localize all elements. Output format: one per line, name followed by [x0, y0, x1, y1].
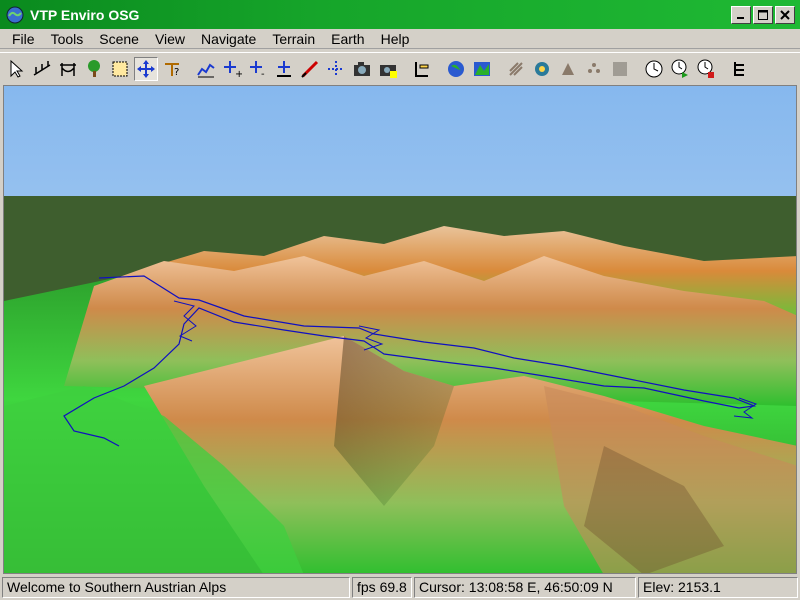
terrain-scene[interactable] — [4, 86, 797, 574]
toolbar-separator — [634, 57, 642, 81]
menu-earth[interactable]: Earth — [323, 29, 372, 49]
status-message: Welcome to Southern Austrian Alps — [2, 576, 350, 598]
maximize-button[interactable] — [753, 5, 773, 24]
toolbar-separator — [720, 57, 728, 81]
status-fps: fps 69.8 — [352, 576, 412, 598]
scene-graph-icon — [734, 62, 744, 76]
toolbar: ? + - — [0, 52, 800, 85]
app-icon — [6, 6, 24, 23]
instance-tool-icon: ? — [165, 63, 179, 78]
menu-tools[interactable]: Tools — [43, 29, 92, 49]
close-icon — [780, 9, 790, 20]
nav-grab-button[interactable] — [324, 57, 348, 81]
menu-help[interactable]: Help — [373, 29, 418, 49]
camera-nav-icon — [380, 65, 397, 78]
menu-view[interactable]: View — [147, 29, 193, 49]
space-nav-button[interactable] — [530, 57, 554, 81]
clock-icon — [645, 60, 663, 78]
route-tool-button[interactable] — [56, 57, 80, 81]
svg-text:+: + — [235, 69, 242, 79]
clock-button[interactable] — [642, 57, 666, 81]
toolbar-separator — [436, 57, 444, 81]
camera-icon — [354, 62, 370, 76]
profile-button[interactable] — [194, 57, 218, 81]
route-tool-icon — [60, 63, 76, 76]
camera-button[interactable] — [350, 57, 374, 81]
layers-button[interactable] — [410, 57, 434, 81]
nav-follow-icon — [301, 60, 319, 78]
dots-button[interactable] — [582, 57, 606, 81]
minimize-button[interactable] — [731, 5, 751, 24]
toolbar-separator — [496, 57, 504, 81]
nav-slow-down-icon: - — [250, 61, 265, 79]
nav-height-icon — [277, 61, 291, 77]
clock-play-button[interactable] — [668, 57, 692, 81]
nav-grab-icon — [328, 61, 344, 77]
clock-stop-button[interactable] — [694, 57, 718, 81]
instance-tool-button[interactable]: ? — [160, 57, 184, 81]
terrain-switch-icon — [474, 62, 490, 76]
nav-speed-up-icon: + — [224, 61, 242, 79]
camera-nav-button[interactable] — [376, 57, 400, 81]
layers-icon — [415, 62, 429, 77]
globe-icon — [448, 61, 464, 77]
window-title: VTP Enviro OSG — [30, 6, 140, 23]
menu-scene[interactable]: Scene — [91, 29, 147, 49]
terrain-switch-button[interactable] — [470, 57, 494, 81]
select-arrow-button[interactable] — [4, 57, 28, 81]
select-box-button[interactable] — [108, 57, 132, 81]
space-nav-icon — [535, 62, 549, 76]
svg-text:?: ? — [174, 67, 179, 78]
globe-button[interactable] — [444, 57, 468, 81]
sun-rays-icon — [509, 62, 523, 76]
menu-bar: File Tools Scene View Navigate Terrain Earth He… — [0, 29, 800, 49]
dots-icon — [588, 63, 600, 73]
status-bar: Welcome to Southern Austrian Alps fps 69… — [0, 574, 800, 600]
clock-play-icon — [671, 59, 688, 78]
maximize-icon — [758, 9, 768, 20]
close-button[interactable] — [775, 5, 795, 24]
menu-terrain[interactable]: Terrain — [264, 29, 323, 49]
menu-navigate[interactable]: Navigate — [193, 29, 264, 49]
pyramid-icon — [562, 63, 574, 75]
fence-tool-button[interactable] — [30, 57, 54, 81]
nav-slow-down-button[interactable]: - — [246, 57, 270, 81]
select-arrow-icon — [10, 59, 24, 78]
menu-file[interactable]: File — [4, 29, 43, 49]
status-cursor: Cursor: 13:08:58 E, 46:50:09 N — [414, 576, 636, 598]
toolbar-separator — [402, 57, 410, 81]
nav-speed-up-button[interactable]: + — [220, 57, 244, 81]
clock-stop-icon — [697, 59, 714, 78]
nav-follow-button[interactable] — [298, 57, 322, 81]
minimize-icon — [737, 16, 744, 19]
move-tool-button[interactable] — [134, 57, 158, 81]
select-box-icon — [112, 61, 128, 77]
tree-plant-icon — [88, 60, 100, 77]
blank-tool-button[interactable] — [608, 57, 632, 81]
nav-height-button[interactable] — [272, 57, 296, 81]
terrain-3d-view[interactable] — [3, 85, 797, 574]
status-elevation: Elev: 2153.1 — [638, 576, 798, 598]
blank-tool-icon — [613, 62, 627, 76]
tree-plant-button[interactable] — [82, 57, 106, 81]
toolbar-separator — [186, 57, 194, 81]
title-bar[interactable]: VTP Enviro OSG — [0, 0, 800, 29]
svg-text:-: - — [261, 69, 265, 79]
scene-graph-button[interactable] — [728, 57, 752, 81]
sun-rays-button[interactable] — [504, 57, 528, 81]
move-tool-icon — [137, 60, 155, 78]
pyramid-button[interactable] — [556, 57, 580, 81]
fence-tool-icon — [33, 61, 51, 76]
profile-icon — [197, 63, 215, 78]
